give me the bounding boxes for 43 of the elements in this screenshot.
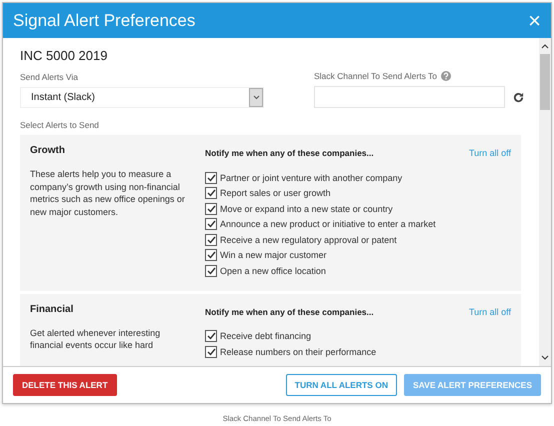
category-description: Get alerted whenever interesting financial events occur like hard	[30, 326, 162, 352]
option-label: Open a new office location	[220, 266, 326, 276]
option-label: Report sales or user growth	[220, 188, 331, 198]
category-title: Growth	[30, 145, 66, 156]
option-label: Win a new major customer	[220, 250, 327, 260]
caret-icon	[249, 88, 263, 107]
turn-all-off-link[interactable]: Turn all off	[468, 148, 511, 158]
options-heading: Notify me when any of these companies...	[205, 148, 374, 158]
refresh-icon[interactable]	[513, 92, 524, 102]
category-title: Financial	[30, 304, 74, 314]
help-icon[interactable]	[441, 71, 452, 81]
checkbox[interactable]	[205, 172, 217, 184]
option-label: Receive debt financing	[220, 331, 312, 342]
checkbox[interactable]	[205, 187, 217, 200]
checkbox[interactable]	[205, 234, 217, 246]
option-label: Move or expand into a new state or country	[220, 204, 393, 214]
field-label: Slack Channel To Send Alerts To	[314, 71, 438, 81]
dialog-title: Signal Alert Preferences	[13, 10, 196, 30]
turn-on-button[interactable]: TURN ALL ALERTS ON	[286, 374, 397, 396]
checkbox[interactable]	[205, 218, 217, 230]
section-label: Select Alerts to Send	[20, 120, 99, 130]
option-label: Receive a new regulatory approval or patent	[220, 234, 397, 245]
option-label: Release numbers on their performance	[220, 346, 376, 357]
delete-button[interactable]: DELETE THIS ALERT	[13, 374, 117, 396]
category-description: These alerts help you to measure a company’s growth using non-financial metrics such as new office openings or new major customers.	[30, 168, 186, 218]
send-via-dropdown[interactable]: Instant (Slack)	[20, 87, 264, 108]
turn-all-off-link[interactable]: Turn all off	[468, 306, 511, 316]
slack-channel-field[interactable]	[314, 86, 505, 108]
close-button[interactable]: ×	[528, 10, 541, 32]
scrollbar[interactable]	[539, 38, 551, 366]
option-label: Announce a new product or initiative to enter a market	[220, 219, 436, 230]
field-label: Send Alerts Via	[20, 72, 78, 82]
checkbox[interactable]	[205, 202, 217, 215]
scroll-down-icon[interactable]	[541, 354, 549, 362]
alert-name: INC 5000 2019	[20, 48, 108, 63]
scrollbar-thumb[interactable]	[540, 54, 550, 110]
scroll-up-icon[interactable]	[541, 42, 549, 50]
option-label: Partner or joint venture with another company	[220, 172, 402, 183]
checkbox[interactable]	[205, 264, 217, 277]
options-heading: Notify me when any of these companies...	[205, 306, 374, 316]
checkbox[interactable]	[205, 330, 217, 342]
checkbox[interactable]	[205, 249, 217, 262]
checkbox[interactable]	[205, 346, 217, 358]
